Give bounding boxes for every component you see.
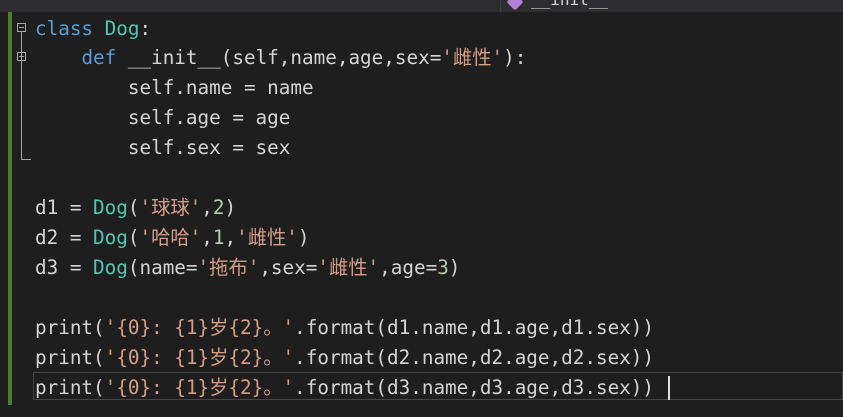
- method-icon: [506, 0, 524, 11]
- paren: (: [127, 226, 140, 249]
- string-literal: '{0}: {1}岁{2}。': [104, 376, 295, 399]
- assignment: d1 =: [35, 196, 94, 219]
- paren: ): [297, 226, 310, 249]
- params-close: ):: [503, 46, 527, 69]
- fold-guide-line: [21, 32, 22, 160]
- code-line-12[interactable]: print('{0}: {1}岁{2}。'.format(d2.name,d2.…: [35, 343, 654, 373]
- comma: ,: [201, 196, 213, 219]
- assignment: d2 =: [35, 226, 94, 249]
- class-name: Dog: [93, 256, 128, 279]
- code-line-7[interactable]: d1 = Dog('球球',2): [35, 193, 236, 223]
- code-line-3[interactable]: self.name = name: [35, 73, 314, 103]
- code-editor[interactable]: __init__ class Dog: def __init__(self,na…: [0, 0, 843, 417]
- statement: self.sex = sex: [35, 136, 291, 159]
- class-name: Dog: [104, 17, 140, 40]
- class-name: Dog: [93, 226, 128, 249]
- paren: ): [448, 256, 461, 279]
- string-literal: '雌性': [441, 46, 504, 69]
- string-literal: '哈哈': [139, 226, 202, 249]
- assignment: d3 =: [35, 256, 94, 279]
- kwarg: ,sex=: [259, 256, 318, 279]
- member-dropdown[interactable]: __init__: [500, 0, 843, 12]
- number-literal: 1: [212, 226, 225, 249]
- string-literal: '{0}: {1}岁{2}。': [104, 346, 295, 369]
- change-tracking-bar: [8, 12, 12, 405]
- code-line-9[interactable]: d3 = Dog(name='拖布',sex='雌性',age=3): [35, 253, 460, 283]
- statement: self.name = name: [35, 76, 314, 99]
- navigation-bar: __init__: [0, 0, 843, 12]
- keyword-class: class: [35, 17, 94, 40]
- keyword-def: def: [81, 46, 117, 69]
- string-literal: '雌性': [236, 226, 298, 249]
- fold-guide-end: [21, 159, 31, 160]
- code-line-8[interactable]: d2 = Dog('哈哈',1,'雌性'): [35, 223, 309, 253]
- colon: :: [139, 17, 152, 40]
- code-line-2[interactable]: def __init__(self,name,age,sex='雌性'):: [35, 43, 526, 73]
- string-literal: '{0}: {1}岁{2}。': [104, 316, 295, 339]
- format-call: .format(d3.name,d3.age,d3.sex)): [294, 376, 654, 399]
- code-line-13[interactable]: print('{0}: {1}岁{2}。'.format(d3.name,d3.…: [35, 373, 654, 403]
- string-literal: '球球': [139, 196, 202, 219]
- class-name: Dog: [93, 196, 128, 219]
- paren: (: [127, 196, 140, 219]
- code-line-1[interactable]: class Dog:: [35, 14, 151, 44]
- code-line-4[interactable]: self.age = age: [35, 103, 291, 133]
- comma: ,: [224, 226, 237, 249]
- number-literal: 3: [437, 256, 449, 279]
- format-call: .format(d1.name,d1.age,d1.sex)): [294, 316, 654, 339]
- number-literal: 2: [212, 196, 225, 219]
- code-line-5[interactable]: self.sex = sex: [35, 133, 291, 163]
- statement: self.age = age: [35, 106, 291, 129]
- fold-class-minus-icon[interactable]: [17, 23, 26, 32]
- function-name: __init__: [127, 46, 221, 69]
- params: (self,name,age,sex=: [220, 46, 442, 69]
- member-dropdown-label: __init__: [531, 0, 608, 8]
- text-caret: [668, 376, 670, 400]
- paren: (: [93, 376, 105, 399]
- code-line-11[interactable]: print('{0}: {1}岁{2}。'.format(d1.name,d1.…: [35, 313, 654, 343]
- format-call: .format(d2.name,d2.age,d2.sex)): [294, 346, 654, 369]
- string-literal: '雌性': [317, 256, 380, 279]
- paren: (: [93, 316, 105, 339]
- print-call: print: [35, 376, 94, 399]
- editor-gutter: [0, 12, 8, 417]
- kwarg: (name=: [127, 256, 198, 279]
- paren: ): [224, 196, 237, 219]
- print-call: print: [35, 316, 94, 339]
- print-call: print: [35, 346, 94, 369]
- paren: (: [93, 346, 105, 369]
- comma: ,: [201, 226, 213, 249]
- editor-bottom: [0, 405, 843, 417]
- string-literal: '拖布': [197, 256, 260, 279]
- kwarg: ,age=: [379, 256, 438, 279]
